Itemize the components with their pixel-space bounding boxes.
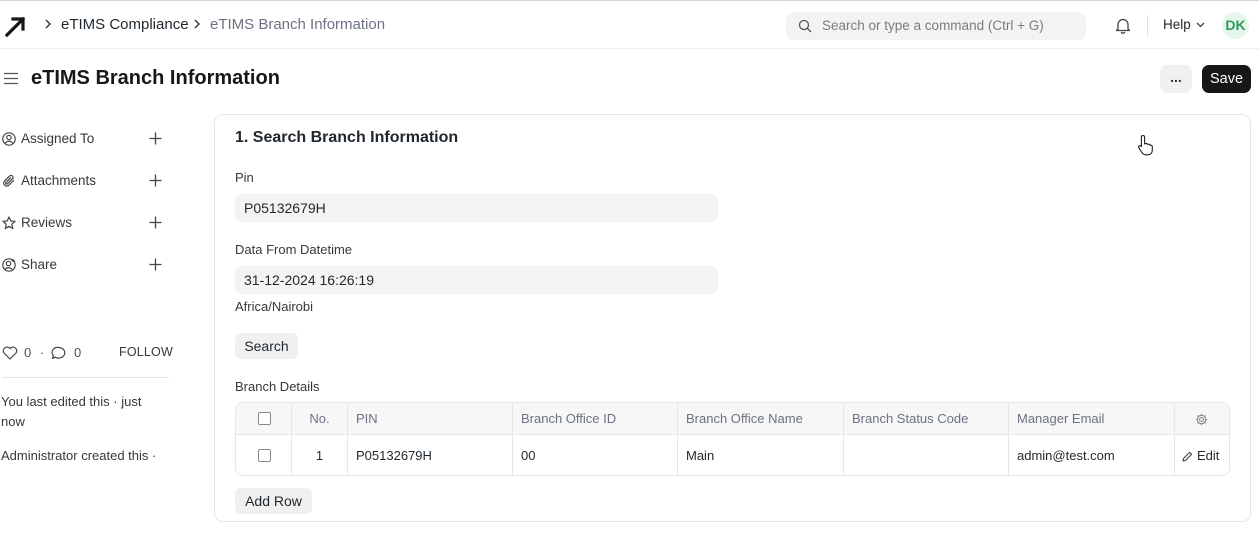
column-settings-cell <box>1175 403 1229 435</box>
navbar-divider <box>1147 15 1148 37</box>
cell-branch-office-name[interactable]: Main <box>678 436 844 475</box>
cell-manager-email[interactable]: admin@test.com <box>1009 436 1175 475</box>
column-header-no[interactable]: No. <box>292 403 348 435</box>
sidebar-toggle-icon[interactable] <box>4 72 18 85</box>
navbar: eTIMS Compliance eTIMS Branch Informatio… <box>0 1 1259 49</box>
breadcrumb-module[interactable]: eTIMS Compliance <box>61 16 189 34</box>
heart-icon[interactable] <box>2 346 18 360</box>
column-header-branch-office-id[interactable]: Branch Office ID <box>513 403 678 435</box>
gear-icon[interactable] <box>1195 413 1208 426</box>
edit-label: Edit <box>1197 448 1220 463</box>
edit-row-button[interactable]: Edit <box>1175 436 1229 475</box>
table-row[interactable]: 1 P05132679H 00 Main admin@test.com Edit <box>236 436 1229 475</box>
activity-created: Administrator created this · <box>1 448 157 463</box>
pin-label: Pin <box>235 170 254 185</box>
branch-details-label: Branch Details <box>235 379 320 394</box>
breadcrumb-chevron-icon <box>194 19 200 29</box>
section-title: 1. Search Branch Information <box>235 129 459 146</box>
table-header: No. PIN Branch Office ID Branch Office N… <box>236 403 1229 435</box>
row-select-cell <box>236 436 292 475</box>
mouse-cursor-icon <box>1138 134 1153 156</box>
sidebar-item-label: Assigned To <box>21 131 95 146</box>
breadcrumb-doctype[interactable]: eTIMS Branch Information <box>210 16 385 34</box>
row-checkbox[interactable] <box>258 449 271 462</box>
cell-branch-status-code[interactable] <box>844 436 1009 475</box>
datetime-input[interactable]: 31-12-2024 16:26:19 <box>235 266 718 294</box>
user-avatar[interactable]: DK <box>1222 12 1249 39</box>
notification-bell-icon[interactable] <box>1115 17 1131 34</box>
column-header-manager-email[interactable]: Manager Email <box>1009 403 1175 435</box>
plus-icon[interactable] <box>149 216 162 229</box>
comment-count: 0 <box>74 345 82 360</box>
social-actions: 0 · 0 FOLLOW <box>2 344 173 362</box>
sidebar-item-label: Reviews <box>21 215 73 230</box>
comment-icon[interactable] <box>51 346 67 360</box>
chevron-down-icon[interactable] <box>1196 22 1205 28</box>
column-header-pin[interactable]: PIN <box>348 403 513 435</box>
sidebar-item-label: Share <box>21 257 58 272</box>
pin-input[interactable]: P05132679H <box>235 194 718 222</box>
sidebar-item-share[interactable]: Share <box>2 255 168 275</box>
activity-last-edited: You last edited this · just now <box>1 394 142 429</box>
datetime-label: Data From Datetime <box>235 242 353 257</box>
sidebar-item-assigned-to[interactable]: Assigned To <box>2 129 168 149</box>
search-button[interactable]: Search <box>235 333 298 359</box>
star-icon <box>2 216 16 230</box>
search-placeholder: Search or type a command (Ctrl + G) <box>822 18 1044 33</box>
cell-no: 1 <box>292 436 348 475</box>
sidebar-item-reviews[interactable]: Reviews <box>2 213 168 233</box>
paperclip-icon <box>3 174 15 187</box>
more-actions-button[interactable]: ... <box>1160 65 1192 93</box>
plus-icon[interactable] <box>149 132 162 145</box>
cell-pin[interactable]: P05132679H <box>348 436 513 475</box>
like-count: 0 <box>24 345 32 360</box>
cell-branch-office-id[interactable]: 00 <box>513 436 678 475</box>
branch-details-table: No. PIN Branch Office ID Branch Office N… <box>235 402 1230 476</box>
page-title: eTIMS Branch Information <box>31 67 280 89</box>
follow-button[interactable]: FOLLOW <box>119 345 173 359</box>
search-input[interactable]: Search or type a command (Ctrl + G) <box>786 12 1086 40</box>
assign-icon <box>2 132 16 146</box>
column-header-branch-status-code[interactable]: Branch Status Code <box>844 403 1009 435</box>
separator-dot: · <box>40 345 45 360</box>
sidebar-divider <box>2 377 169 378</box>
share-icon <box>2 258 16 272</box>
column-header-branch-office-name[interactable]: Branch Office Name <box>678 403 844 435</box>
help-menu[interactable]: Help <box>1163 17 1191 32</box>
breadcrumb-chevron-icon <box>45 19 51 29</box>
sidebar-item-attachments[interactable]: Attachments <box>2 171 168 191</box>
timezone-label: Africa/Nairobi <box>235 299 314 314</box>
select-all-checkbox[interactable] <box>258 412 271 425</box>
sidebar-item-label: Attachments <box>21 173 97 188</box>
plus-icon[interactable] <box>149 258 162 271</box>
plus-icon[interactable] <box>149 174 162 187</box>
pencil-icon <box>1182 451 1193 462</box>
select-all-cell <box>236 403 292 435</box>
app-logo-icon[interactable] <box>5 15 27 37</box>
save-button[interactable]: Save <box>1202 65 1251 93</box>
search-icon <box>798 19 812 33</box>
add-row-button[interactable]: Add Row <box>235 488 312 514</box>
